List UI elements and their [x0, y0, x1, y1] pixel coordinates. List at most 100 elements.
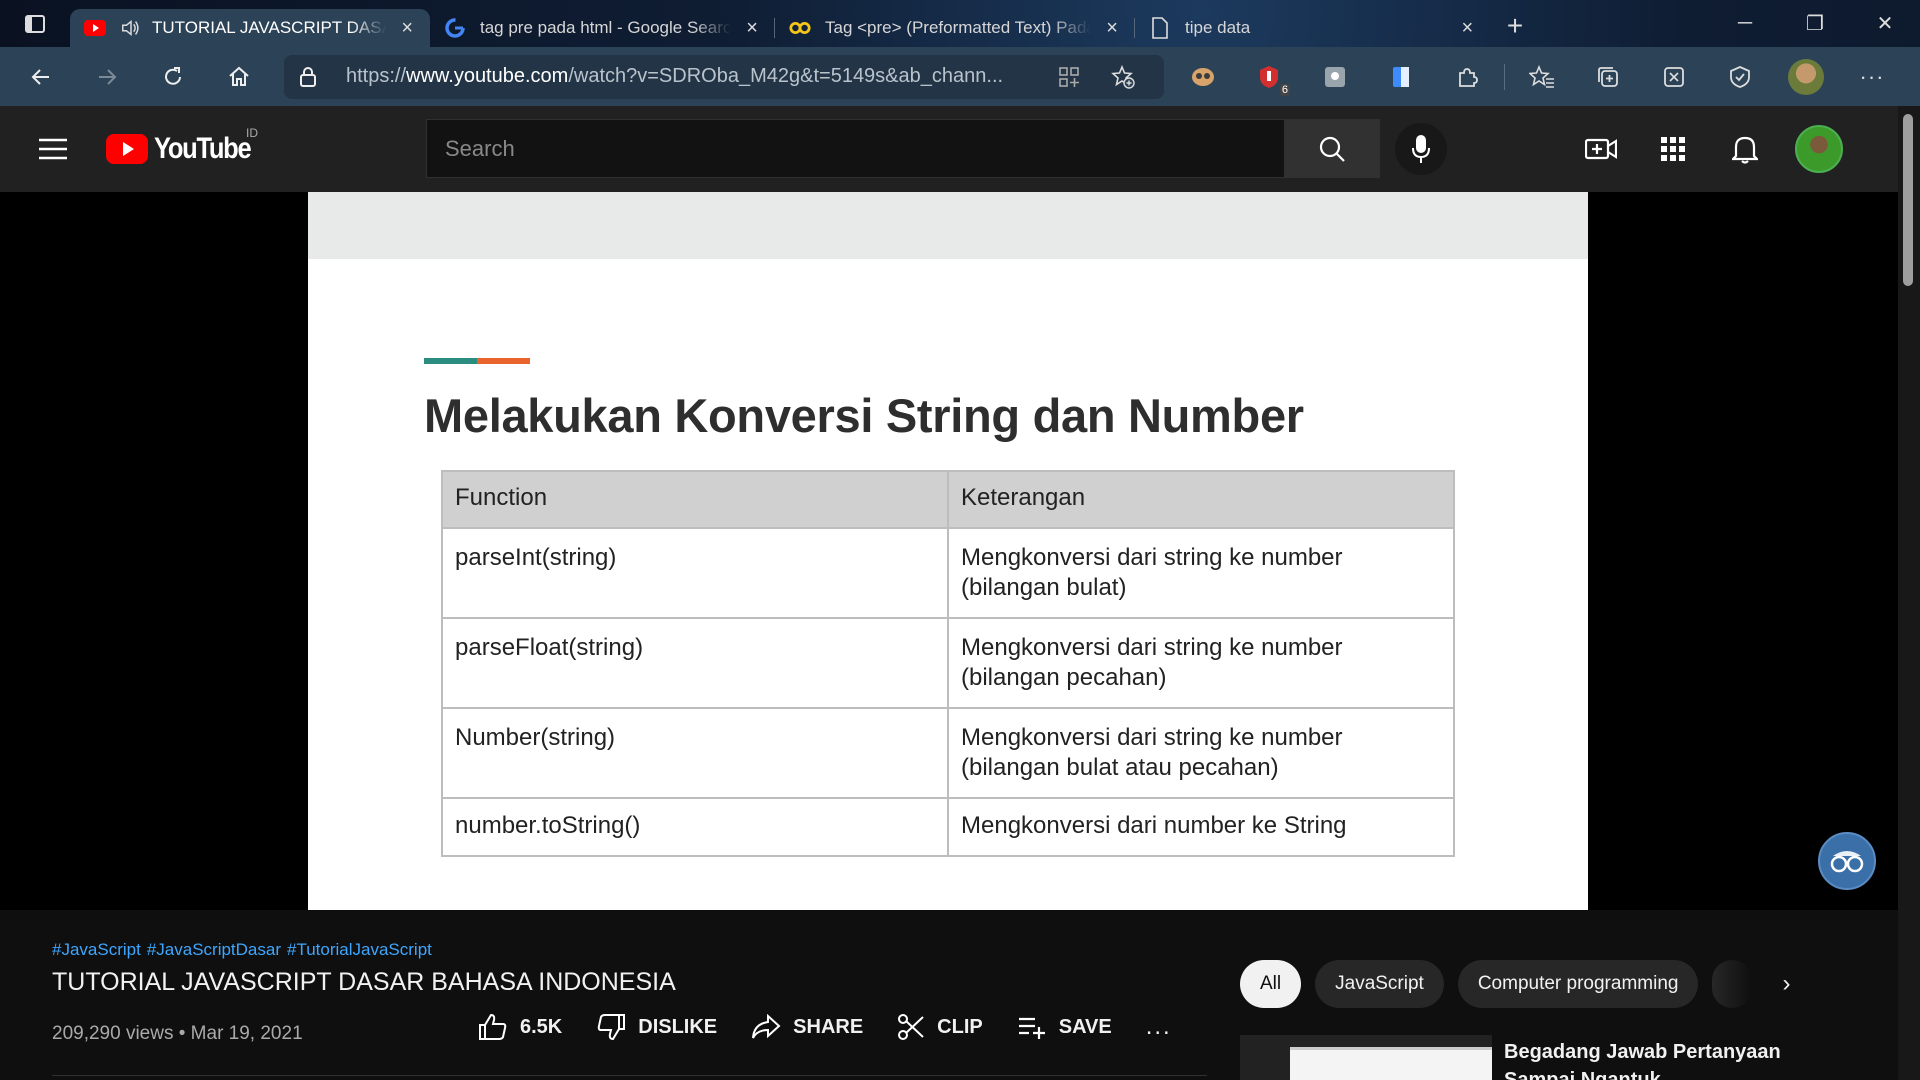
- description-line: (bilangan bulat atau pecahan): [961, 754, 1279, 781]
- profile-button[interactable]: [1773, 47, 1839, 106]
- browser-essentials-button[interactable]: [1707, 47, 1773, 106]
- math-solver-icon: [1664, 66, 1684, 87]
- close-tab-icon[interactable]: ×: [743, 17, 761, 40]
- slide-header-band: [308, 192, 1588, 259]
- guide-menu-button[interactable]: [0, 106, 106, 192]
- close-tab-icon[interactable]: ×: [398, 17, 416, 40]
- address-bar[interactable]: https://www.youtube.com/watch?v=SDROba_M…: [284, 54, 1164, 99]
- app-grid-icon: [1059, 66, 1079, 87]
- conversion-table: Function Keterangan parseInt(string) Men…: [441, 470, 1455, 857]
- close-tab-icon[interactable]: ×: [1103, 17, 1121, 40]
- like-button[interactable]: 6.5K: [478, 1013, 562, 1041]
- video-actions: 6.5K DISLIKE SHARE CLIP SAVE ...: [478, 1013, 1172, 1041]
- recommendation-thumbnail[interactable]: [1240, 1035, 1492, 1080]
- more-dots-icon: ···: [1859, 63, 1885, 89]
- favorites-button[interactable]: [1509, 47, 1575, 106]
- hashtag-link[interactable]: #JavaScript: [52, 940, 141, 959]
- forward-button[interactable]: [74, 47, 140, 106]
- youtube-play-icon: [106, 134, 148, 164]
- close-window-icon[interactable]: ✕: [1850, 0, 1920, 47]
- extension-adblock[interactable]: 6: [1236, 47, 1302, 106]
- description-line: (bilangan pecahan): [961, 664, 1167, 691]
- hashtag-link[interactable]: #JavaScriptDasar: [147, 940, 281, 959]
- home-button[interactable]: [206, 47, 272, 106]
- lock-icon[interactable]: [298, 66, 330, 88]
- share-button[interactable]: SHARE: [751, 1014, 863, 1040]
- chip-computer-programming[interactable]: Computer programming: [1457, 960, 1699, 1008]
- youtube-wordmark: YouTube: [154, 132, 252, 165]
- search-button[interactable]: [1284, 119, 1380, 178]
- description-line: Mengkonversi dari string ke number: [961, 544, 1343, 571]
- extension-reader[interactable]: [1368, 47, 1434, 106]
- youtube-logo[interactable]: YouTube ID: [106, 106, 267, 192]
- description-cell: Mengkonversi dari string ke number (bilan…: [947, 527, 1455, 619]
- extension-mask[interactable]: [1170, 47, 1236, 106]
- url-domain: www.youtube.com: [406, 65, 569, 87]
- home-icon: [229, 66, 249, 86]
- chip-javascript[interactable]: JavaScript: [1315, 960, 1444, 1008]
- tab-youtube[interactable]: TUTORIAL JAVASCRIPT DASAR BAHASA INDONES…: [70, 9, 430, 47]
- settings-menu-button[interactable]: ···: [1839, 47, 1905, 106]
- puzzle-icon: [1459, 67, 1478, 87]
- scissors-icon: [898, 1014, 924, 1040]
- back-button[interactable]: [8, 47, 74, 106]
- youtube-header: YouTube ID: [0, 106, 1898, 192]
- scrollbar-thumb[interactable]: [1903, 114, 1913, 286]
- hashtag-link[interactable]: #TutorialJavaScript: [287, 940, 432, 959]
- reader-extension-icon: [1393, 66, 1409, 87]
- search-input[interactable]: [426, 119, 1284, 178]
- chevron-right-icon[interactable]: ›: [1766, 960, 1806, 1008]
- tab-title: TUTORIAL JAVASCRIPT DASAR BAHASA INDONES…: [152, 18, 386, 37]
- video-player[interactable]: Melakukan Konversi String dan Number Fun…: [0, 192, 1898, 910]
- microphone-icon: [1412, 135, 1430, 163]
- app-available-button[interactable]: [1042, 66, 1096, 88]
- voice-search-button[interactable]: [1395, 123, 1447, 175]
- notifications-button[interactable]: [1709, 106, 1781, 192]
- region-code: ID: [246, 126, 258, 140]
- thumbs-down-icon: [598, 1014, 626, 1041]
- table-row: Number(string) Mengkonversi dari string …: [441, 707, 1455, 799]
- new-tab-button[interactable]: +: [1490, 10, 1540, 42]
- heart-shield-icon: [1730, 65, 1750, 88]
- minimize-icon[interactable]: ─: [1710, 0, 1780, 47]
- dislike-button[interactable]: DISLIKE: [596, 1013, 717, 1041]
- video-title: TUTORIAL JAVASCRIPT DASAR BAHASA INDONES…: [52, 968, 676, 996]
- save-button[interactable]: SAVE: [1017, 1015, 1112, 1039]
- dislike-label: DISLIKE: [638, 1015, 718, 1038]
- save-label: SAVE: [1058, 1015, 1112, 1038]
- forward-arrow-icon: [99, 68, 117, 85]
- related-filter-chips: All JavaScript Computer programming ›: [1240, 960, 1806, 1008]
- clip-button[interactable]: CLIP: [897, 1013, 983, 1041]
- refresh-button[interactable]: [140, 47, 206, 106]
- collections-icon: [1598, 66, 1618, 87]
- floating-assistant-button[interactable]: [1818, 832, 1876, 890]
- speaker-icon[interactable]: [120, 17, 142, 39]
- site-icon: [789, 17, 811, 39]
- google-icon: [444, 17, 466, 39]
- recommendation-title[interactable]: Begadang Jawab Pertanyaan Sampai Ngantuk: [1504, 1038, 1824, 1080]
- close-tab-icon[interactable]: ×: [1459, 17, 1476, 40]
- math-solver-button[interactable]: [1641, 47, 1707, 106]
- create-button[interactable]: [1565, 106, 1637, 192]
- collections-button[interactable]: [1575, 47, 1641, 106]
- tab-title: tag pre pada html - Google Search: [480, 18, 732, 37]
- extension-screenshot[interactable]: [1302, 47, 1368, 106]
- playlist-add-icon: [1018, 1017, 1045, 1039]
- window-controls: ─ ❐ ✕: [1710, 0, 1920, 47]
- tab-google-search[interactable]: tag pre pada html - Google Search ×: [430, 9, 775, 47]
- tab-pre-tag[interactable]: Tag <pre> (Preformatted Text) Pada HTML …: [775, 9, 1135, 47]
- video-info-area: #JavaScript #JavaScriptDasar #TutorialJava…: [0, 910, 1898, 1080]
- tab-tipe-data[interactable]: tipe data ×: [1135, 9, 1490, 47]
- extensions-button[interactable]: [1434, 47, 1500, 106]
- restore-icon[interactable]: ❐: [1780, 0, 1850, 47]
- more-actions-button[interactable]: ...: [1146, 1013, 1172, 1041]
- function-cell: number.toString(): [441, 797, 949, 857]
- apps-button[interactable]: [1637, 106, 1709, 192]
- chip-all[interactable]: All: [1240, 960, 1302, 1008]
- account-avatar[interactable]: [1795, 125, 1843, 173]
- page-scrollbar[interactable]: [1898, 106, 1920, 1080]
- table-row: number.toString() Mengkonversi dari numb…: [441, 797, 1455, 857]
- tab-actions-button[interactable]: [0, 0, 70, 47]
- page-icon: [1149, 17, 1171, 39]
- add-favorite-button[interactable]: [1096, 64, 1150, 89]
